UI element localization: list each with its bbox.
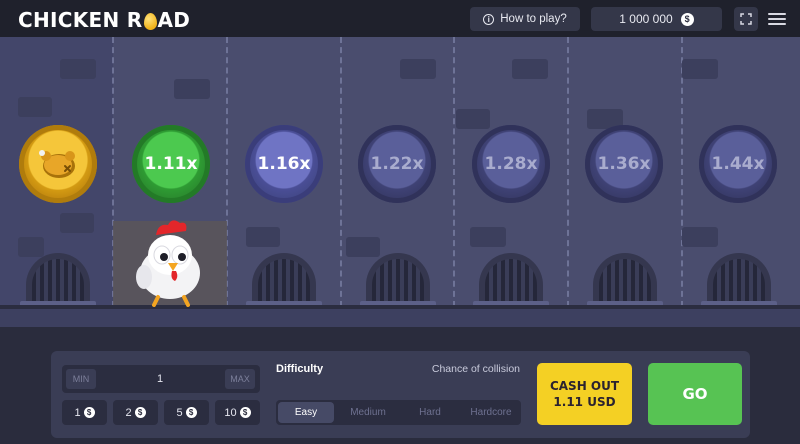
dollar-coin-icon: $ xyxy=(185,407,197,418)
info-icon: i xyxy=(483,13,495,25)
multiplier-coin-next[interactable]: 1.16x xyxy=(245,125,323,203)
wall-brick xyxy=(682,227,718,247)
quick-bet-1-button[interactable]: 1 $ xyxy=(62,400,107,425)
multiplier-coin[interactable]: 1.22x xyxy=(358,125,436,203)
lane-divider xyxy=(453,37,455,307)
sewer-grate xyxy=(593,253,657,307)
bet-max-button[interactable]: MAX xyxy=(225,369,255,389)
bet-min-button[interactable]: MIN xyxy=(66,369,96,389)
quick-bet-10-button[interactable]: 10 $ xyxy=(215,400,260,425)
cash-out-button[interactable]: CASH OUT 1.11 USD xyxy=(537,363,632,425)
quick-bet-2-button[interactable]: 2 $ xyxy=(113,400,158,425)
multiplier-label: 1.36x xyxy=(597,154,651,174)
game-logo: CHICKEN R AD xyxy=(18,8,190,32)
road-curb xyxy=(0,309,800,327)
multiplier-coin[interactable]: 1.36x xyxy=(585,125,663,203)
wall-brick xyxy=(400,59,436,79)
bet-amount-input[interactable]: 1 xyxy=(100,369,220,389)
menu-icon-bar xyxy=(768,23,786,25)
sewer-grate xyxy=(479,253,543,307)
wall-brick xyxy=(246,227,280,247)
game-board: 1.11x 1.16x 1.22x 1.28x 1.36x 1.44x xyxy=(0,37,800,327)
dollar-coin-icon: $ xyxy=(680,12,694,26)
cash-out-label: CASH OUT xyxy=(549,379,620,393)
roast-chicken-icon xyxy=(39,150,75,178)
sewer-grate xyxy=(252,253,316,307)
app-root: CHICKEN R AD i How to play? 1 000 000 $ xyxy=(0,0,800,444)
fullscreen-button[interactable] xyxy=(734,7,758,31)
balance-display: 1 000 000 $ xyxy=(591,7,722,31)
wall-brick xyxy=(60,59,96,79)
quick-bet-label: 1 xyxy=(74,406,81,419)
difficulty-option-medium[interactable]: Medium xyxy=(338,400,398,425)
quick-bet-label: 2 xyxy=(125,406,132,419)
multiplier-label: 1.16x xyxy=(257,154,311,174)
multiplier-label: 1.28x xyxy=(484,154,538,174)
multiplier-label: 1.44x xyxy=(711,154,765,174)
top-bar: CHICKEN R AD i How to play? 1 000 000 $ xyxy=(0,0,800,37)
balance-value: 1 000 000 xyxy=(619,12,673,26)
lane-divider xyxy=(567,37,569,307)
multiplier-coin-passed[interactable]: 1.11x xyxy=(132,125,210,203)
difficulty-option-hardcore[interactable]: Hardcore xyxy=(462,400,520,425)
menu-icon-bar xyxy=(768,13,786,15)
quick-bet-label: 10 xyxy=(224,406,237,419)
how-to-play-button[interactable]: i How to play? xyxy=(470,7,580,31)
start-coin xyxy=(19,125,97,203)
wall-brick xyxy=(174,79,210,99)
how-to-play-label: How to play? xyxy=(500,13,567,25)
lane-divider xyxy=(340,37,342,307)
dollar-coin-icon: $ xyxy=(239,407,251,418)
menu-icon-bar xyxy=(768,18,786,20)
difficulty-option-easy[interactable]: Easy xyxy=(278,402,334,423)
wall-brick xyxy=(60,213,94,233)
wall-brick xyxy=(346,237,380,257)
wall-brick xyxy=(682,59,718,79)
cash-out-amount: 1.11 USD xyxy=(553,395,616,409)
egg-icon xyxy=(143,12,157,30)
logo-text-left: CHICKEN R xyxy=(18,8,143,32)
multiplier-coin[interactable]: 1.28x xyxy=(472,125,550,203)
multiplier-label: 1.11x xyxy=(144,154,198,174)
dollar-coin-icon: $ xyxy=(134,407,146,418)
go-button[interactable]: GO xyxy=(648,363,742,425)
multiplier-label: 1.22x xyxy=(370,154,424,174)
menu-button[interactable] xyxy=(768,9,786,29)
wall-brick xyxy=(456,109,490,129)
multiplier-coin[interactable]: 1.44x xyxy=(699,125,777,203)
wall-brick xyxy=(18,237,44,257)
fullscreen-icon xyxy=(740,13,752,25)
quick-bet-label: 5 xyxy=(176,406,183,419)
chicken-character xyxy=(136,220,200,307)
collision-chance-label: Chance of collision xyxy=(431,363,520,375)
difficulty-option-hard[interactable]: Hard xyxy=(402,400,458,425)
dollar-coin-icon: $ xyxy=(83,407,95,418)
quick-bet-5-button[interactable]: 5 $ xyxy=(164,400,209,425)
difficulty-label: Difficulty xyxy=(276,363,324,375)
logo-text-right: AD xyxy=(157,8,191,32)
wall-brick xyxy=(512,59,548,79)
wall-brick xyxy=(470,227,506,247)
sewer-grate xyxy=(366,253,430,307)
wall-brick xyxy=(18,97,52,117)
sewer-grate xyxy=(707,253,771,307)
